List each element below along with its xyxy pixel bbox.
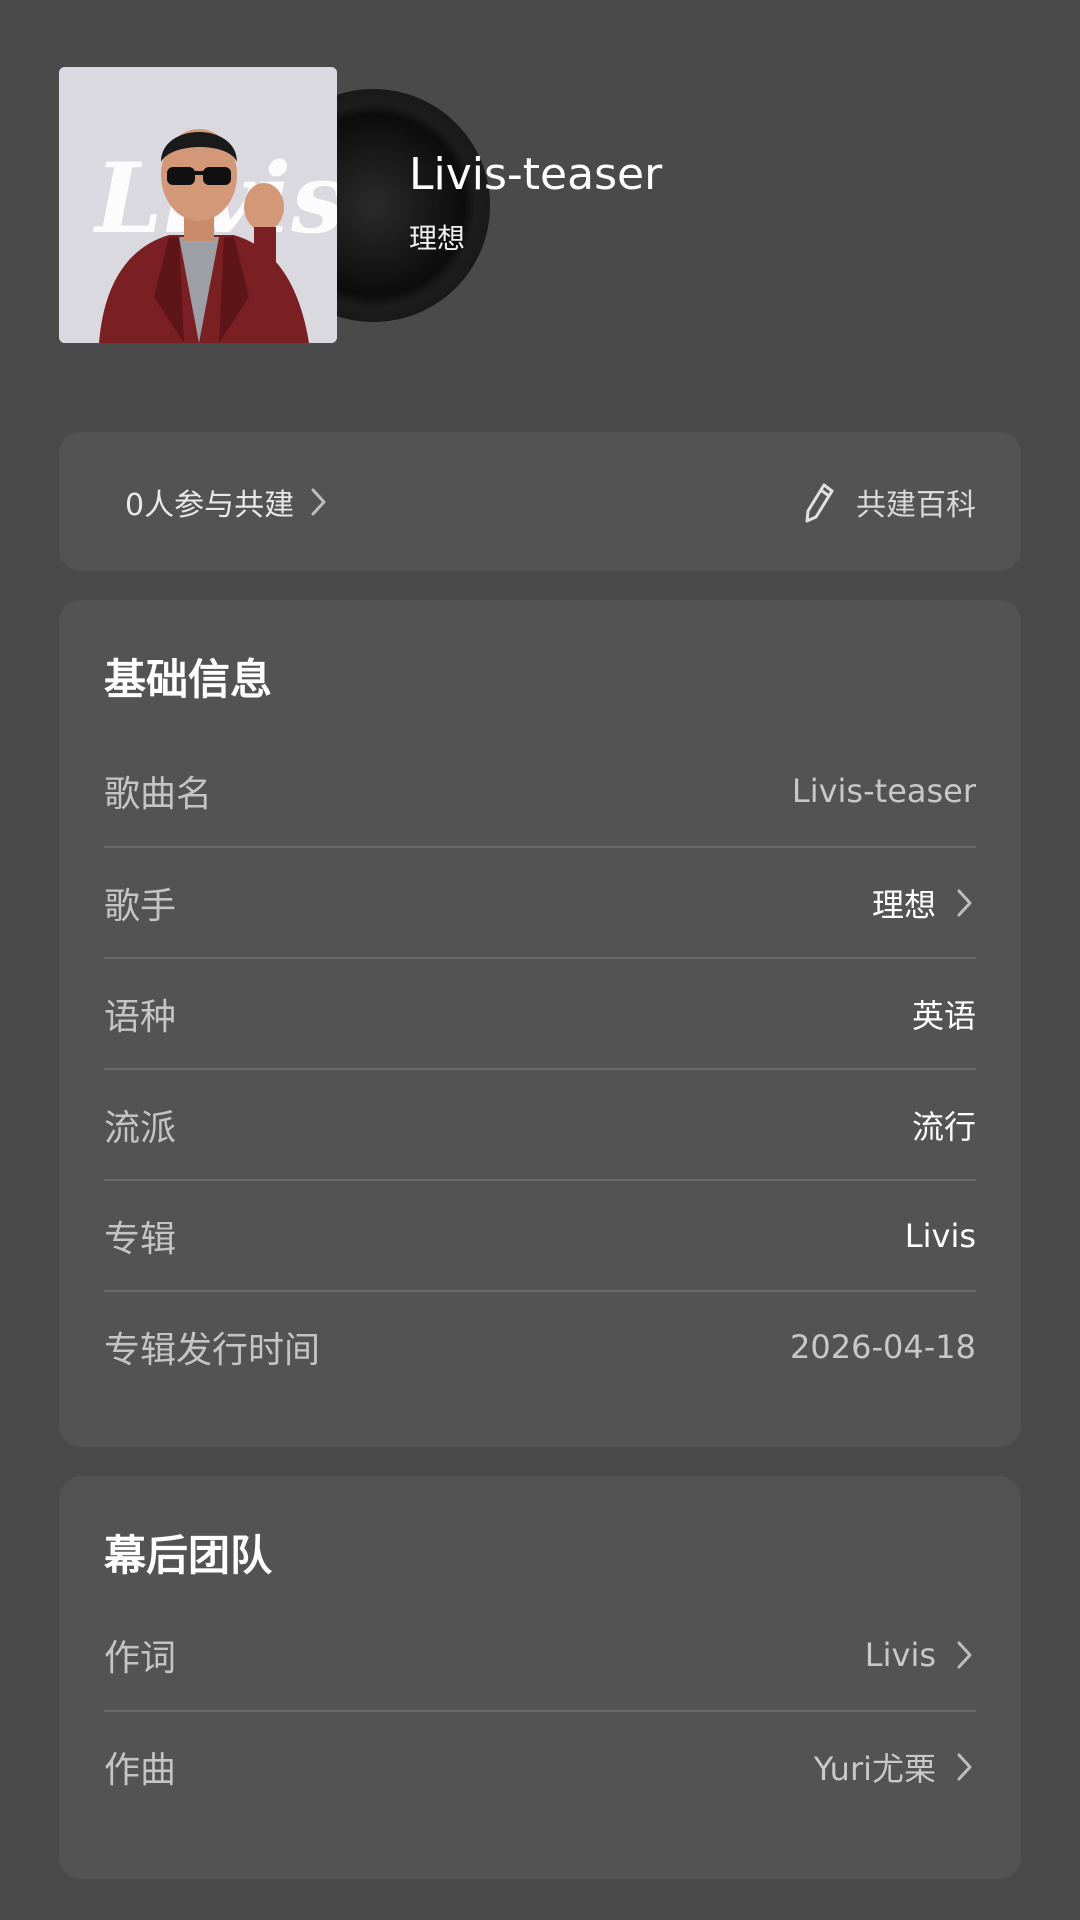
row-value: 2026-04-18	[790, 1328, 976, 1366]
basic-info-card: 基础信息 歌曲名 Livis-teaser 歌手 理想 语种 英语 流派 流行 …	[59, 600, 1021, 1447]
row-label: 专辑	[104, 1218, 177, 1260]
album-value: Livis	[904, 1216, 976, 1255]
info-row-song-name: 歌曲名 Livis-teaser	[104, 735, 976, 846]
chevron-right-icon	[957, 889, 972, 916]
song-title: Livis-teaser	[409, 149, 663, 200]
row-value[interactable]: 理想	[872, 880, 976, 926]
lyricist-value: Livis	[864, 1635, 936, 1674]
row-value: 流行	[912, 1102, 976, 1148]
participants-link[interactable]: 0人参与共建	[125, 432, 330, 571]
basic-info-title: 基础信息	[104, 655, 273, 704]
row-label: 作词	[104, 1637, 177, 1679]
info-row-album: 专辑 Livis	[104, 1179, 976, 1290]
row-label: 语种	[104, 996, 177, 1038]
singer-value: 理想	[871, 885, 936, 924]
row-label: 歌手	[104, 885, 177, 927]
team-card: 幕后团队 作词 Livis 作曲 Yuri尤栗	[59, 1476, 1021, 1879]
pencil-icon	[805, 483, 834, 522]
row-value[interactable]: Yuri尤栗	[814, 1744, 976, 1790]
row-label: 专辑发行时间	[104, 1329, 321, 1371]
album-cover-art: Livis	[59, 67, 337, 343]
info-row-release-date: 专辑发行时间 2026-04-18	[104, 1290, 976, 1401]
info-row-genre: 流派 流行	[104, 1068, 976, 1179]
row-label: 歌曲名	[104, 773, 213, 815]
info-row-language: 语种 英语	[104, 957, 976, 1068]
team-rows: 作词 Livis 作曲 Yuri尤栗	[104, 1599, 976, 1821]
album-cover[interactable]: Livis	[59, 67, 337, 343]
song-name-value: Livis-teaser	[791, 771, 976, 810]
chevron-right-icon	[311, 488, 326, 515]
song-artist[interactable]: 理想	[409, 217, 465, 257]
row-value: 英语	[912, 991, 976, 1037]
release-date-value: 2026-04-18	[790, 1327, 976, 1366]
team-row-composer[interactable]: 作曲 Yuri尤栗	[104, 1710, 976, 1821]
row-label: 流派	[104, 1107, 177, 1149]
language-value: 英语	[911, 996, 976, 1035]
song-encyclopedia-page: Livis Livis-teaser 理想	[0, 0, 1080, 1920]
collab-card: 0人参与共建 共建百科	[59, 432, 1021, 571]
info-row-singer[interactable]: 歌手 理想	[104, 846, 976, 957]
row-value: Livis	[905, 1217, 976, 1255]
chevron-right-icon	[957, 1753, 972, 1780]
row-label: 作曲	[104, 1749, 177, 1791]
edit-label: 共建百科	[856, 487, 976, 523]
composer-value: Yuri尤栗	[813, 1749, 936, 1788]
team-row-lyricist[interactable]: 作词 Livis	[104, 1599, 976, 1710]
row-value[interactable]: Livis	[865, 1636, 976, 1674]
participants-label: 0人参与共建	[125, 487, 295, 523]
basic-info-rows: 歌曲名 Livis-teaser 歌手 理想 语种 英语 流派 流行 专辑 Li…	[104, 735, 976, 1401]
edit-encyclopedia-button[interactable]: 共建百科	[802, 432, 976, 571]
team-title: 幕后团队	[104, 1531, 273, 1580]
song-header: Livis Livis-teaser 理想	[59, 67, 1029, 343]
chevron-right-icon	[957, 1641, 972, 1668]
row-value: Livis-teaser	[792, 772, 976, 810]
genre-value: 流行	[911, 1107, 976, 1146]
